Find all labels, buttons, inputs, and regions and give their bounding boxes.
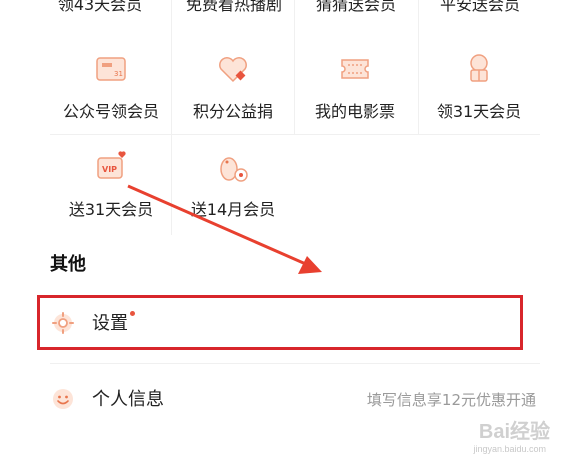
grid-item-points-donate[interactable]: 积分公益捐 <box>172 38 294 138</box>
grid-item-label: 送14月会员 <box>190 200 276 219</box>
penguin-icon <box>220 157 248 182</box>
vip-heart-icon: VIP <box>97 151 126 179</box>
grid-item-label: 积分公益捐 <box>192 102 273 121</box>
personal-info-label: 个人信息 <box>92 389 164 410</box>
top-item-label[interactable]: 猜猜送会员 <box>294 0 418 15</box>
svg-text:31: 31 <box>114 70 123 78</box>
grid-item-label: 领31天会员 <box>436 102 522 121</box>
grid-item-official-account[interactable]: 31 公众号领会员 <box>50 38 172 138</box>
section-title: 其他 <box>50 254 86 275</box>
grid-item-gift-31-day[interactable]: VIP 送31天会员 <box>50 136 172 236</box>
highlight-box <box>37 295 523 350</box>
grid-item-label: 公众号领会员 <box>62 102 159 121</box>
watermark-sub: jingyan.baidu.com <box>473 444 546 454</box>
grid-item-label: 送31天会员 <box>68 200 154 219</box>
svg-text:VIP: VIP <box>102 165 117 174</box>
grid-item-gift-14-month[interactable]: 送14月会员 <box>172 136 294 236</box>
top-item-label[interactable]: 领43天会员 <box>38 0 162 15</box>
watermark: Bai经验 <box>478 421 550 443</box>
gift-tree-icon <box>470 54 488 82</box>
personal-info-hint: 填写信息享12元优惠开通 <box>366 391 536 409</box>
top-item-label[interactable]: 平安送会员 <box>418 0 542 15</box>
top-row: 领43天会员 免费看热播剧 猜猜送会员 平安送会员 <box>0 0 568 30</box>
grid-item-31-day-member[interactable]: 领31天会员 <box>418 38 540 138</box>
heart-donate-icon <box>219 57 247 83</box>
grid-item-movie-tickets[interactable]: 我的电影票 <box>294 38 416 138</box>
personal-info-row[interactable]: 个人信息 填写信息享12元优惠开通 <box>36 369 536 429</box>
top-item-label[interactable]: 免费看热播剧 <box>172 0 296 15</box>
divider <box>50 363 540 364</box>
smile-face-icon <box>53 389 73 409</box>
vip-card-icon: 31 <box>96 57 126 81</box>
grid-item-label: 我的电影票 <box>314 102 395 121</box>
ticket-icon <box>341 59 369 79</box>
